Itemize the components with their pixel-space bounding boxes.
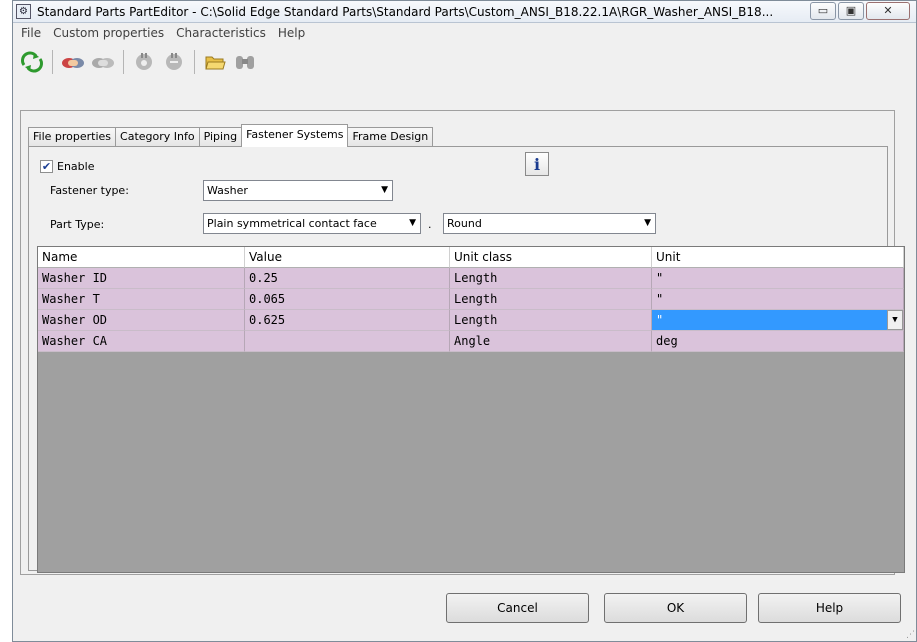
cell-unit[interactable]: ": [652, 289, 904, 310]
close-button[interactable]: ✕: [866, 2, 910, 20]
cell-unit-class[interactable]: Angle: [450, 331, 652, 352]
refresh-icon[interactable]: [17, 48, 47, 76]
toolbar-separator: [52, 50, 53, 74]
part-type-value: Plain symmetrical contact face: [207, 217, 377, 230]
cell-value[interactable]: [245, 331, 450, 352]
chevron-down-icon: ▼: [644, 218, 651, 228]
enable-row: ✔ Enable: [40, 160, 94, 173]
tab-frame-design[interactable]: Frame Design: [347, 127, 434, 147]
open-folder-icon[interactable]: [200, 48, 230, 76]
part-subtype-value: Round: [447, 217, 482, 230]
part-type-separator: .: [428, 218, 432, 231]
resize-grip[interactable]: ⋰: [906, 630, 915, 640]
table-row[interactable]: Washer ID 0.25 Length ": [38, 268, 904, 289]
ok-button[interactable]: OK: [604, 593, 747, 623]
binoculars-icon[interactable]: [230, 48, 260, 76]
plugin-remove-icon[interactable]: [159, 48, 189, 76]
cell-value[interactable]: 0.25: [245, 268, 450, 289]
cell-value[interactable]: 0.065: [245, 289, 450, 310]
title-bar: ⚙ Standard Parts PartEditor - C:\Solid E…: [13, 1, 916, 23]
part-type-select[interactable]: Plain symmetrical contact face ▼: [203, 213, 421, 234]
tab-strip: File properties Category Info Piping Fas…: [28, 124, 434, 147]
cell-unit-value: ": [656, 313, 664, 327]
info-button[interactable]: i: [525, 152, 549, 176]
cell-unit-dropdown[interactable]: " ▼: [652, 310, 904, 331]
app-icon: ⚙: [16, 4, 31, 19]
help-button[interactable]: Help: [758, 593, 901, 623]
plugin-icon[interactable]: [129, 48, 159, 76]
cell-name[interactable]: Washer ID: [38, 268, 245, 289]
menu-bar: File Custom properties Characteristics H…: [13, 23, 916, 43]
chevron-down-icon: ▼: [409, 218, 416, 228]
menu-characteristics[interactable]: Characteristics: [170, 26, 272, 40]
toolbar-separator: [194, 50, 195, 74]
column-header-value[interactable]: Value: [245, 247, 450, 268]
cell-unit[interactable]: deg: [652, 331, 904, 352]
tab-file-properties[interactable]: File properties: [28, 127, 117, 147]
part-subtype-select[interactable]: Round ▼: [443, 213, 656, 234]
chevron-down-icon[interactable]: ▼: [887, 310, 903, 330]
grid-header-row: Name Value Unit class Unit: [38, 247, 904, 268]
tab-fastener-systems[interactable]: Fastener Systems: [241, 124, 349, 147]
toolbar: [13, 45, 916, 79]
info-icon: i: [533, 154, 541, 174]
menu-custom-properties[interactable]: Custom properties: [47, 26, 170, 40]
toolbar-separator: [123, 50, 124, 74]
chevron-down-icon: ▼: [381, 185, 388, 195]
minimize-button[interactable]: ▭: [810, 2, 836, 20]
table-row[interactable]: Washer T 0.065 Length ": [38, 289, 904, 310]
cell-unit-class[interactable]: Length: [450, 268, 652, 289]
cell-unit-class[interactable]: Length: [450, 310, 652, 331]
enable-label: Enable: [57, 160, 95, 173]
part-type-label: Part Type:: [50, 218, 105, 231]
column-header-unit[interactable]: Unit: [652, 247, 904, 268]
table-row[interactable]: Washer OD 0.625 Length " ▼: [38, 310, 904, 331]
column-header-name[interactable]: Name: [38, 247, 245, 268]
menu-file[interactable]: File: [15, 26, 47, 40]
maximize-button[interactable]: ▣: [838, 2, 864, 20]
cell-unit-class[interactable]: Length: [450, 289, 652, 310]
handshake-disabled-icon[interactable]: [88, 48, 118, 76]
cell-name[interactable]: Washer OD: [38, 310, 245, 331]
cell-name[interactable]: Washer CA: [38, 331, 245, 352]
menu-help[interactable]: Help: [272, 26, 311, 40]
window-title: Standard Parts PartEditor - C:\Solid Edg…: [37, 5, 774, 19]
cell-value[interactable]: 0.625: [245, 310, 450, 331]
tab-piping[interactable]: Piping: [198, 127, 243, 147]
properties-grid: Name Value Unit class Unit Washer ID 0.2…: [37, 246, 905, 573]
cancel-button[interactable]: Cancel: [446, 593, 589, 623]
tab-category-info[interactable]: Category Info: [115, 127, 200, 147]
enable-checkbox[interactable]: ✔: [40, 160, 53, 173]
table-row[interactable]: Washer CA Angle deg: [38, 331, 904, 352]
handshake-icon[interactable]: [58, 48, 88, 76]
desktop-edge: [0, 0, 12, 642]
fastener-type-select[interactable]: Washer ▼: [203, 180, 393, 201]
cell-unit[interactable]: ": [652, 268, 904, 289]
fastener-type-label: Fastener type:: [50, 184, 129, 197]
fastener-type-value: Washer: [207, 184, 248, 197]
cell-name[interactable]: Washer T: [38, 289, 245, 310]
column-header-unit-class[interactable]: Unit class: [450, 247, 652, 268]
